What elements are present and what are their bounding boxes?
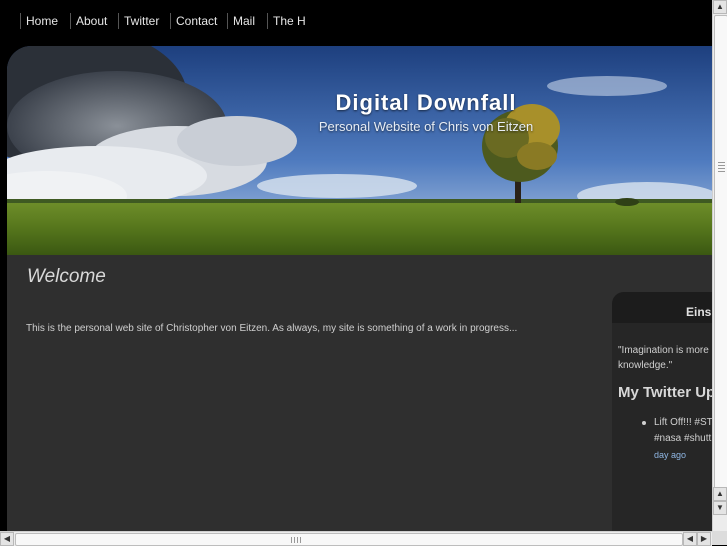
nav-mail-link[interactable]: Mail [227,13,255,29]
grip-line [718,168,725,169]
nav-contact-link[interactable]: Contact [170,13,217,29]
site-title[interactable]: Digital Downfall [7,90,712,116]
list-bullet-icon [642,421,646,425]
tweet-time-link[interactable]: day ago [654,450,686,460]
sidebar-box-title: Eins [686,305,712,319]
nav-twitter-link[interactable]: Twitter [118,13,159,29]
scroll-left-button-right[interactable]: ◀ [683,532,697,546]
grip-line [294,537,295,543]
tweet-text: Lift Off!!! #ST #nasa #shutt [654,415,713,447]
horizontal-scroll-thumb[interactable] [15,533,683,546]
landscape-image [7,46,712,255]
vertical-scrollbar[interactable]: ▲ ▲ ▼ [712,0,727,531]
scroll-right-button[interactable]: ▶ [697,532,711,546]
horizontal-scrollbar[interactable]: ◀ ◀ ▶ [0,531,712,546]
quote-text: "Imagination is more i knowledge." [618,343,714,373]
scroll-up-button-lower[interactable]: ▲ [713,487,727,501]
nav-home-link[interactable]: Home [20,13,58,29]
site-subtitle: Personal Website of Chris von Eitzen [318,119,534,134]
grip-line [297,537,298,543]
grip-line [718,162,725,163]
scrollbar-corner [712,531,727,545]
page-heading: Welcome [27,266,106,287]
scroll-left-button[interactable]: ◀ [0,532,14,546]
vertical-scroll-thumb[interactable] [714,15,727,503]
grip-line [718,171,725,172]
tweet-line-2: #nasa #shutt [654,433,712,444]
twitter-updates-heading: My Twitter Up [618,384,716,401]
quote-line-1: "Imagination is more i [618,345,714,356]
header-banner: Digital Downfall Personal Website of Chr… [7,46,712,255]
nav-about-link[interactable]: About [70,13,107,29]
grip-line [718,165,725,166]
sidebar: Eins "Imagination is more i knowledge." … [612,292,722,542]
scroll-down-button[interactable]: ▼ [713,501,727,515]
tweet-line-1: Lift Off!!! #ST [654,417,713,428]
top-navigation: Home About Twitter Contact Mail The H [0,0,712,46]
grip-line [300,537,301,543]
scroll-up-button[interactable]: ▲ [713,0,727,14]
nav-the-h-link[interactable]: The H [267,13,306,29]
main-content: Welcome This is the personal web site of… [7,255,722,542]
intro-text: This is the personal web site of Christo… [26,323,518,334]
grip-line [291,537,292,543]
quote-line-2: knowledge." [618,360,673,371]
sidebar-box-header: Eins [612,292,722,323]
